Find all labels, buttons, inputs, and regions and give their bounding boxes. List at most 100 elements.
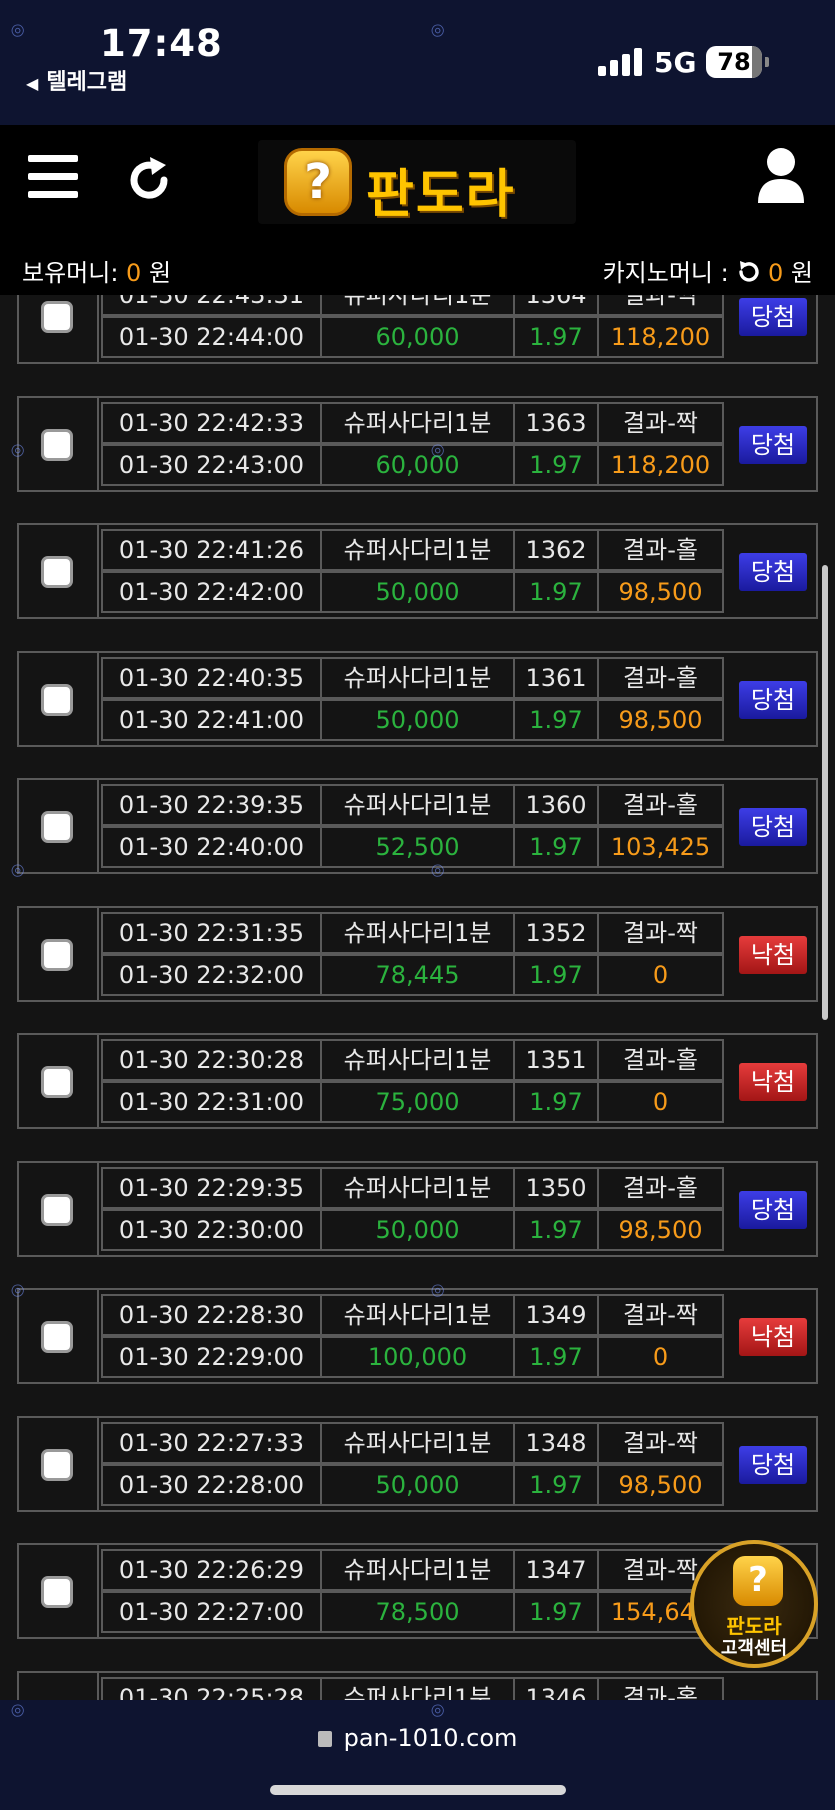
bet-row[interactable]: 01-30 22:30:28 슈퍼사다리1분 1351 결과-홀 01-30 22:31… (17, 1033, 818, 1129)
signal-icon (598, 48, 642, 76)
result-time: 01-30 22:40:00 (101, 826, 322, 868)
bet-row[interactable]: 01-30 22:25:28 슈퍼사다리1분 1346 결과-홀 (17, 1670, 818, 1700)
balance-row: 보유머니: 0 원 카지노머니 : 0 원 (0, 243, 835, 289)
back-to-app-link[interactable]: ◀ 텔레그램 (26, 64, 127, 96)
bet-detail-grid: 01-30 22:41:26 슈퍼사다리1분 1362 결과-홀 01-30 22:42… (99, 525, 726, 617)
round-number: 1348 (513, 1421, 599, 1464)
game-name: 슈퍼사다리1분 (320, 656, 515, 699)
result-time: 01-30 22:42:00 (101, 571, 322, 613)
bet-row[interactable]: 01-30 22:42:33 슈퍼사다리1분 1363 결과-짝 01-30 22:43… (17, 395, 818, 492)
result-time: 01-30 22:31:00 (101, 1081, 322, 1123)
bet-time: 01-30 22:25:28 (101, 1676, 322, 1700)
refresh-icon[interactable] (124, 155, 174, 205)
payout-amount: 118,200 (597, 316, 724, 358)
bet-checkbox[interactable] (41, 1066, 73, 1098)
game-name: 슈퍼사다리1분 (320, 1421, 515, 1464)
result-status-badge: 당첨 (739, 680, 807, 719)
result-time: 01-30 22:28:00 (101, 1463, 322, 1506)
result-time: 01-30 22:30:00 (101, 1208, 322, 1251)
payout-amount: 0 (597, 1336, 724, 1378)
casino-refresh-icon[interactable] (736, 260, 760, 284)
bet-row[interactable]: 01-30 22:40:35 슈퍼사다리1분 1361 결과-홀 01-30 22:41… (17, 650, 818, 747)
game-name: 슈퍼사다리1분 (320, 1676, 515, 1700)
bet-pick: 결과-짝 (597, 401, 724, 444)
logo-text: 판도라 (366, 165, 516, 225)
bet-detail-grid: 01-30 22:27:33 슈퍼사다리1분 1348 결과-짝 01-30 22:28… (99, 1418, 726, 1510)
game-name: 슈퍼사다리1분 (320, 1549, 515, 1591)
payout-amount: 98,500 (597, 1208, 724, 1251)
bet-time: 01-30 22:41:26 (101, 529, 322, 571)
bet-checkbox[interactable] (41, 556, 73, 588)
bet-pick: 결과-홀 (597, 1039, 724, 1081)
bet-time: 01-30 22:40:35 (101, 656, 322, 699)
site-header: ? 판도라 보유머니: 0 원 카지노머니 : 0 원 (0, 125, 835, 295)
bet-odds: 1.97 (513, 316, 599, 358)
bet-pick: 결과-홀 (597, 1166, 724, 1209)
bet-select-cell (19, 525, 99, 617)
bet-time: 01-30 22:26:29 (101, 1549, 322, 1591)
payout-amount: 98,500 (597, 1463, 724, 1506)
url-field[interactable]: pan-1010.com (0, 1724, 835, 1752)
scrollbar[interactable] (822, 565, 828, 1020)
bet-checkbox[interactable] (41, 938, 73, 971)
result-time: 01-30 22:44:00 (101, 316, 322, 358)
network-type: 5G (654, 46, 697, 79)
bet-odds: 1.97 (513, 698, 599, 741)
game-name: 슈퍼사다리1분 (320, 529, 515, 571)
round-number: 1360 (513, 784, 599, 826)
bet-pick: 결과-짝 (597, 295, 724, 316)
game-name: 슈퍼사다리1분 (320, 1294, 515, 1336)
bet-pick: 결과-짝 (597, 1421, 724, 1464)
bet-checkbox[interactable] (41, 1321, 73, 1353)
payout-amount: 98,500 (597, 571, 724, 613)
back-triangle-icon: ◀ (26, 74, 39, 93)
browser-url-bar[interactable]: pan-1010.com (0, 1700, 835, 1810)
logo-question-icon: ? (284, 148, 352, 216)
bet-odds: 1.97 (513, 1591, 599, 1633)
bet-detail-grid: 01-30 22:29:35 슈퍼사다리1분 1350 결과-홀 01-30 22:30… (99, 1163, 726, 1255)
bet-odds: 1.97 (513, 953, 599, 996)
bet-row[interactable]: 01-30 22:31:35 슈퍼사다리1분 1352 결과-짝 01-30 22:32… (17, 905, 818, 1002)
result-status-badge: 당첨 (739, 425, 807, 464)
bet-row[interactable]: 01-30 22:27:33 슈퍼사다리1분 1348 결과-짝 01-30 22:28… (17, 1415, 818, 1512)
payout-amount: 103,425 (597, 826, 724, 868)
bet-checkbox[interactable] (41, 301, 73, 333)
casino-money-label: 카지노머니 : (602, 259, 729, 287)
bet-row[interactable]: 01-30 22:29:35 슈퍼사다리1분 1350 결과-홀 01-30 22:30… (17, 1160, 818, 1257)
bet-pick: 결과-홀 (597, 1676, 724, 1700)
bet-history-list[interactable]: 01-30 22:43:31 슈퍼사다리1분 1364 결과-짝 01-30 22:44… (0, 295, 835, 1700)
result-time: 01-30 22:41:00 (101, 698, 322, 741)
bet-row[interactable]: 01-30 22:39:35 슈퍼사다리1분 1360 결과-홀 01-30 22:40… (17, 778, 818, 874)
holding-money-label: 보유머니: (22, 259, 119, 287)
bet-amount: 78,445 (320, 953, 515, 996)
home-indicator[interactable] (270, 1785, 566, 1795)
bet-amount: 50,000 (320, 1208, 515, 1251)
result-status-badge: 당첨 (739, 553, 807, 591)
round-number: 1361 (513, 656, 599, 699)
bet-checkbox[interactable] (41, 1193, 73, 1226)
round-number: 1352 (513, 911, 599, 954)
bet-row[interactable]: 01-30 22:43:31 슈퍼사다리1분 1364 결과-짝 01-30 22:44… (17, 295, 818, 364)
customer-service-button[interactable]: ? 판도라 고객센터 (690, 1540, 818, 1668)
bet-checkbox[interactable] (41, 811, 73, 843)
bet-checkbox[interactable] (41, 1448, 73, 1481)
bet-amount: 52,500 (320, 826, 515, 868)
user-icon[interactable] (756, 147, 806, 205)
hamburger-menu-icon[interactable] (28, 155, 78, 199)
round-number: 1347 (513, 1549, 599, 1591)
bet-time: 01-30 22:29:35 (101, 1166, 322, 1209)
casino-money-unit: 원 (790, 259, 813, 287)
bet-detail-grid: 01-30 22:40:35 슈퍼사다리1분 1361 결과-홀 01-30 22:41… (99, 653, 726, 745)
bet-detail-grid: 01-30 22:42:33 슈퍼사다리1분 1363 결과-짝 01-30 22:43… (99, 398, 726, 490)
service-question-icon: ? (733, 1556, 783, 1606)
bet-checkbox[interactable] (41, 683, 73, 716)
result-time: 01-30 22:29:00 (101, 1336, 322, 1378)
result-status-badge: 당첨 (739, 298, 807, 336)
site-logo[interactable]: ? 판도라 (258, 140, 576, 225)
bet-time: 01-30 22:39:35 (101, 784, 322, 826)
bet-row[interactable]: 01-30 22:28:30 슈퍼사다리1분 1349 결과-짝 01-30 22:29… (17, 1288, 818, 1384)
bet-checkbox[interactable] (41, 1576, 73, 1608)
bet-checkbox[interactable] (41, 428, 73, 461)
lock-icon (317, 1731, 332, 1747)
bet-row[interactable]: 01-30 22:41:26 슈퍼사다리1분 1362 결과-홀 01-30 22:42… (17, 523, 818, 619)
